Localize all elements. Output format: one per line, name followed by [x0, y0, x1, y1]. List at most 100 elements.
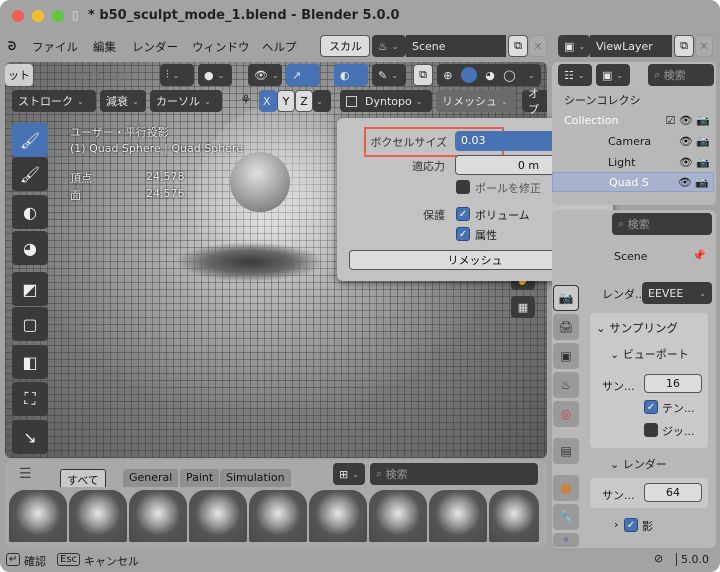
output-properties-tab-icon[interactable]: 🖨: [553, 314, 579, 340]
paint-brush-tool-icon[interactable]: 🖌: [12, 157, 48, 191]
visibility-icons[interactable]: 👁 📷: [678, 176, 709, 189]
hamburger-menu-icon[interactable]: ☰: [19, 466, 32, 482]
shadows-expand-icon[interactable]: ›: [614, 518, 618, 531]
modifier-properties-tab-icon[interactable]: 🔧: [553, 504, 579, 530]
header-tab-partial[interactable]: ット: [5, 64, 33, 86]
brush-thumbnail[interactable]: [489, 490, 539, 542]
eyedropper-dropdown-icon[interactable]: ✎ ⌄: [372, 64, 406, 86]
collection-properties-tab-icon[interactable]: ▤: [553, 438, 579, 464]
render-samples-field[interactable]: 64: [644, 483, 702, 502]
view-layer-icon[interactable]: ▣ ⌄: [558, 35, 590, 57]
fix-poles-checkbox[interactable]: [456, 180, 470, 194]
mirror-y-toggle[interactable]: Y: [277, 90, 295, 112]
view-layer-field[interactable]: ViewLayer: [590, 35, 672, 57]
menu-render[interactable]: レンダー: [132, 39, 178, 55]
render-subheader[interactable]: ⌄ レンダー: [610, 456, 667, 472]
display-mode-icon[interactable]: ☷ ⌄: [558, 64, 592, 86]
render-properties-tab-icon[interactable]: 📷: [553, 285, 579, 311]
gizmo-toggle-icon[interactable]: ↗: [286, 64, 320, 86]
brush-thumbnail[interactable]: [429, 490, 487, 542]
maximize-button[interactable]: [52, 10, 64, 22]
delete-scene-icon[interactable]: ✕: [529, 35, 547, 57]
menu-help[interactable]: ヘルプ: [262, 39, 297, 55]
rendered-shading-icon[interactable]: ◯: [503, 69, 515, 82]
box-face-set-tool-icon[interactable]: ◧: [12, 345, 48, 379]
shelf-tab-paint[interactable]: Paint: [180, 469, 220, 487]
shelf-tab-general[interactable]: General: [123, 469, 179, 487]
viewport-samples-field[interactable]: 16: [644, 374, 702, 393]
render-engine-dropdown[interactable]: EEVEE ⌄: [642, 282, 712, 304]
preserve-volume-checkbox[interactable]: ✓: [456, 207, 470, 221]
new-scene-icon[interactable]: ⧉: [508, 35, 528, 57]
mirror-x-toggle[interactable]: X: [259, 90, 277, 112]
ortho-grid-icon[interactable]: ▦: [511, 296, 535, 318]
menu-edit[interactable]: 編集: [93, 39, 116, 55]
menu-window[interactable]: ウィンドウ: [192, 39, 250, 55]
scene-name-field[interactable]: Scene: [406, 35, 506, 57]
view-layer-properties-tab-icon[interactable]: ▣: [553, 343, 579, 369]
brush-thumbnail[interactable]: [9, 490, 67, 542]
mask-brush-tool-icon[interactable]: ◐: [12, 195, 48, 229]
wireframe-shading-icon[interactable]: ⊕: [443, 69, 452, 82]
draw-brush-tool-icon[interactable]: 🖌: [12, 123, 48, 157]
xray-toggle-icon[interactable]: ⧉: [413, 64, 433, 86]
visibility-icons[interactable]: ☑ 👁 📷: [665, 114, 710, 127]
viewport-subheader[interactable]: ⌄ ビューポート: [610, 346, 689, 362]
visibility-icons[interactable]: 👁 📷: [679, 135, 710, 148]
preserve-attributes-checkbox[interactable]: ✓: [456, 227, 470, 241]
mirror-dropdown-icon[interactable]: ⌄: [313, 90, 331, 112]
outliner-item-quad-sphere[interactable]: Quad S 👁 📷: [552, 172, 714, 192]
world-properties-tab-icon[interactable]: ◎: [553, 401, 579, 427]
menu-file[interactable]: ファイル: [32, 39, 78, 55]
box-mask-tool-icon[interactable]: ◩: [12, 272, 48, 306]
workspace-tab-sculpt[interactable]: スカル: [320, 35, 370, 57]
shelf-search[interactable]: ⌕ 検索: [370, 463, 538, 485]
pin-icon[interactable]: 📌: [692, 249, 706, 262]
object-properties-tab-icon[interactable]: ■: [553, 475, 579, 501]
dyntopo-checkbox[interactable]: [346, 95, 357, 107]
brush-thumbnail[interactable]: [369, 490, 427, 542]
brush-thumbnail[interactable]: [309, 490, 367, 542]
box-trim-tool-icon[interactable]: ⛶: [12, 382, 48, 416]
particles-properties-tab-icon[interactable]: ⚬: [553, 533, 579, 547]
blender-logo-icon[interactable]: ᘒ: [8, 39, 16, 54]
options-dropdown[interactable]: オプ: [522, 87, 547, 116]
brush-thumbnail[interactable]: [189, 490, 247, 542]
temporal-reprojection-checkbox[interactable]: ✓: [644, 400, 658, 414]
overlay-toggle-icon[interactable]: ◐: [334, 64, 368, 86]
brush-thumbnail[interactable]: [69, 490, 127, 542]
outliner-item-collection[interactable]: Collection ☑ 👁 📷: [552, 110, 714, 130]
shelf-tab-simulation[interactable]: Simulation: [220, 469, 291, 487]
properties-search[interactable]: ⌕ 検索: [612, 213, 712, 235]
box-hide-tool-icon[interactable]: ▢: [12, 307, 48, 341]
material-shading-icon[interactable]: ◕: [485, 69, 495, 82]
stroke-dropdown[interactable]: ストローク ⌄: [12, 90, 96, 112]
visibility-dropdown-icon[interactable]: 👁 ⌄: [248, 64, 282, 86]
minimize-button[interactable]: [32, 10, 44, 22]
visibility-icons[interactable]: 👁 📷: [679, 156, 710, 169]
shelf-tab-all[interactable]: すべて: [60, 469, 106, 487]
shadows-checkbox[interactable]: ✓: [624, 518, 638, 532]
outliner-item-camera[interactable]: Camera 👁 📷: [552, 131, 714, 151]
solid-shading-icon[interactable]: [460, 67, 477, 83]
sampling-header[interactable]: ⌄ サンプリング: [596, 320, 678, 336]
cursor-dropdown[interactable]: カーソル ⌄: [150, 90, 222, 112]
remesh-dropdown[interactable]: リメッシュ ⌄: [436, 90, 516, 112]
scene-selector-icon[interactable]: ♨ ⌄: [372, 35, 406, 57]
line-project-tool-icon[interactable]: ↘: [12, 420, 48, 454]
falloff-dropdown[interactable]: 減衰 ⌄: [100, 90, 146, 112]
color-brush-tool-icon[interactable]: ◕: [12, 231, 48, 265]
jitter-camera-checkbox[interactable]: [644, 423, 658, 437]
mirror-z-toggle[interactable]: Z: [295, 90, 313, 112]
symmetry-dropdown-icon[interactable]: ⫶ ⌄: [160, 64, 194, 86]
brush-thumbnail[interactable]: [249, 490, 307, 542]
shading-dropdown-icon[interactable]: ⌄: [528, 71, 535, 80]
scene-collection-row[interactable]: シーンコレクシ: [552, 90, 714, 110]
dyntopo-dropdown[interactable]: Dyntopo ⌄: [340, 90, 432, 112]
scene-properties-tab-icon[interactable]: ♨: [553, 372, 579, 398]
brush-thumbnail[interactable]: [129, 490, 187, 542]
filter-icon[interactable]: ▣ ⌄: [596, 64, 630, 86]
outliner-search[interactable]: ⌕ 検索: [648, 64, 714, 86]
brush-shape-dropdown-icon[interactable]: ● ⌄: [198, 64, 232, 86]
display-mode-icon[interactable]: ⊞ ⌄: [333, 463, 365, 485]
